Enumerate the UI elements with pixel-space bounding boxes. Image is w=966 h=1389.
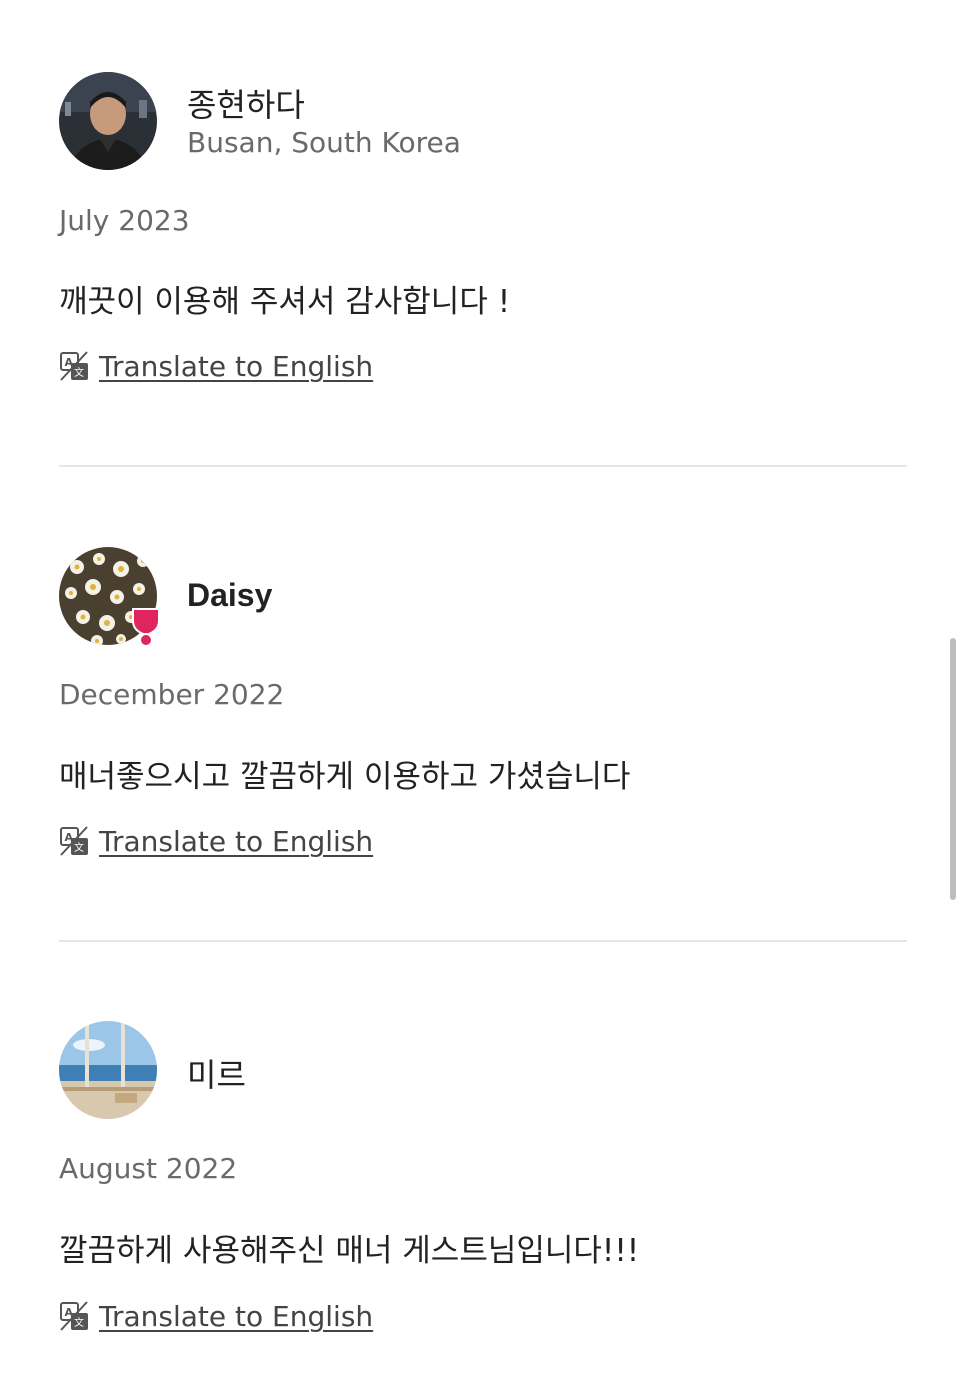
review-date: August 2022 [59, 1152, 238, 1185]
translate-label: Translate to English [99, 824, 374, 858]
review-date: July 2023 [59, 204, 190, 237]
translate-icon: A 文 [60, 351, 88, 381]
svg-text:文: 文 [74, 366, 84, 379]
reviewer-name: 미르 [187, 1056, 246, 1094]
scrollbar[interactable] [950, 638, 956, 900]
svg-text:文: 文 [74, 841, 84, 854]
reviewer-name: 종현하다 [187, 86, 305, 124]
superhost-badge [132, 608, 160, 647]
avatar-photo [59, 72, 157, 170]
reviewer-location: Busan, South Korea [187, 126, 461, 159]
translate-icon: A 文 [60, 826, 88, 856]
divider [59, 465, 907, 467]
avatar[interactable] [59, 72, 157, 170]
avatar[interactable] [59, 1021, 157, 1119]
reviews-page: 종현하다 Busan, South Korea July 2023 깨끗이 이용… [0, 0, 966, 1389]
svg-text:文: 文 [74, 1316, 84, 1329]
review-item: 미르 August 2022 깔끔하게 사용해주신 매너 게스트님입니다!!! … [59, 1021, 907, 1341]
translate-link[interactable]: A 文 Translate to English [59, 1298, 373, 1334]
review-item: 종현하다 Busan, South Korea July 2023 깨끗이 이용… [59, 72, 907, 392]
review-date: December 2022 [59, 678, 285, 711]
review-item: Daisy December 2022 매너좋으시고 깔끔하게 이용하고 가셨습… [59, 547, 907, 867]
divider [59, 940, 907, 942]
review-text: 매너좋으시고 깔끔하게 이용하고 가셨습니다 [59, 759, 631, 795]
translate-label: Translate to English [99, 1299, 374, 1333]
translate-label: Translate to English [99, 349, 374, 383]
translate-link[interactable]: A 文 Translate to English [59, 823, 373, 859]
avatar-photo [59, 1021, 157, 1119]
review-text: 깨끗이 이용해 주셔서 감사합니다 ! [59, 284, 511, 320]
reviewer-name: Daisy [187, 577, 273, 613]
review-text: 깔끔하게 사용해주신 매너 게스트님입니다!!! [59, 1233, 640, 1269]
translate-icon: A 文 [60, 1301, 88, 1331]
translate-link[interactable]: A 文 Translate to English [59, 348, 373, 384]
